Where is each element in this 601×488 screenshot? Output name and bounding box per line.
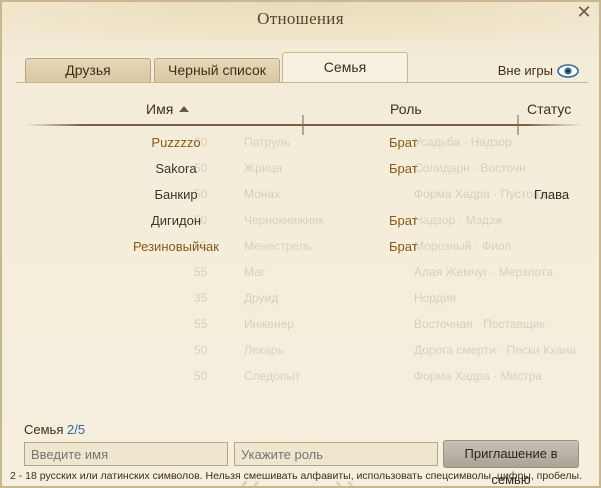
offline-toggle-label: Вне игры xyxy=(497,63,553,78)
offline-toggle[interactable]: Вне игры xyxy=(498,63,579,78)
invite-to-family-button[interactable]: Приглашение в семью xyxy=(443,440,579,486)
member-row[interactable]: Банкир Глава xyxy=(16,183,588,209)
sort-ascending-icon xyxy=(179,106,190,112)
member-role: Брат xyxy=(389,239,418,254)
tab-family[interactable]: Семья xyxy=(282,52,408,83)
name-input[interactable] xyxy=(24,442,228,466)
role-input[interactable] xyxy=(234,442,438,466)
column-header-name-label: Имя xyxy=(146,101,174,117)
member-role: Брат xyxy=(389,161,418,176)
member-name: Sakora xyxy=(155,161,197,176)
member-role: Брат xyxy=(389,135,418,150)
ghost-row: 55 Маг Алая Жемчуг · Мерзлота xyxy=(194,265,553,279)
member-status: Глава xyxy=(534,187,570,202)
family-count: Семья 2/5 xyxy=(24,422,85,437)
member-row[interactable]: Резиновыйчак Брат xyxy=(16,235,588,261)
member-name: Резиновыйчак xyxy=(133,239,219,254)
title-bar: Отношения ✕ xyxy=(2,2,599,40)
ghost-row: 50 Лекарь Дорога смерти · Пески Кхана xyxy=(194,343,577,357)
tab-friends[interactable]: Друзья xyxy=(25,58,151,82)
member-name: Банкир xyxy=(154,187,198,202)
relations-window: Отношения ✕ Друзья Черный список Семья В… xyxy=(0,0,601,488)
member-name: Дигидон xyxy=(150,213,202,228)
window-title: Отношения xyxy=(257,9,344,28)
member-row[interactable]: Puzzzzo Брат xyxy=(16,131,588,157)
ghost-row: 50 Следопыт Форма Хадра · Мистра xyxy=(194,369,542,383)
ghost-row: 35 Друид Нордия xyxy=(194,291,456,305)
tab-blacklist[interactable]: Черный список xyxy=(154,58,280,82)
column-header-status[interactable]: Статус xyxy=(527,101,571,117)
column-header-name[interactable]: Имя xyxy=(146,101,190,117)
eye-icon[interactable] xyxy=(557,63,579,78)
member-row[interactable]: Дигидон Брат xyxy=(16,209,588,235)
member-row[interactable]: Sakora Брат xyxy=(16,157,588,183)
member-name: Puzzzzo xyxy=(151,135,201,150)
family-list-panel: 60 Патруль Усадьба · Надзор 50 Жрица Солидар… xyxy=(16,82,588,486)
family-count-value: 2/5 xyxy=(67,422,86,437)
column-header-role[interactable]: Роль xyxy=(390,101,422,117)
member-role: Брат xyxy=(389,213,418,228)
ghost-row: 55 Инженер Восточная · Поставщик xyxy=(194,317,545,331)
family-count-label: Семья xyxy=(24,422,64,437)
close-icon[interactable]: ✕ xyxy=(576,3,592,21)
input-hint: 2 - 18 русских или латинских символов. Н… xyxy=(10,470,583,482)
